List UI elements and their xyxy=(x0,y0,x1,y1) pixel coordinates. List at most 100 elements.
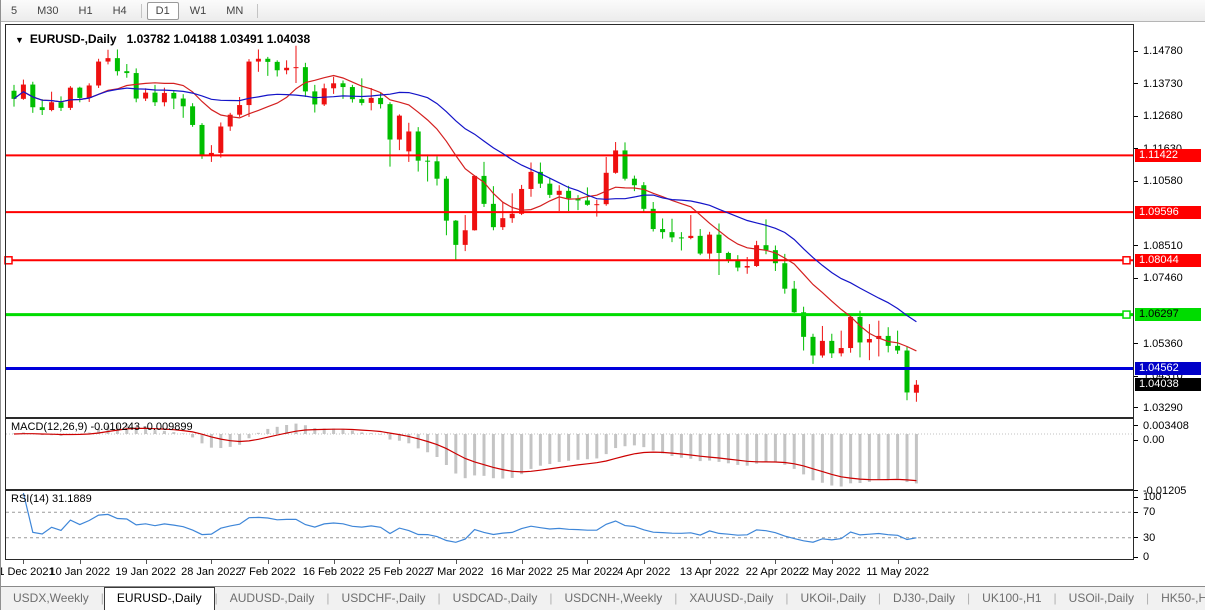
macd-histogram-bar xyxy=(830,434,833,486)
bear-candle xyxy=(811,334,816,364)
bear-candle xyxy=(435,156,440,185)
time-axis-label: 7 Feb 2022 xyxy=(240,566,296,578)
chart-tab-usdcnh-weekly[interactable]: USDCNH-,Weekly xyxy=(552,587,674,610)
timeframe-button-d1[interactable]: D1 xyxy=(147,2,179,20)
time-axis-tick xyxy=(522,560,523,564)
time-axis-tick xyxy=(898,560,899,564)
macd-histogram-bar xyxy=(821,434,824,483)
macd-panel[interactable]: MACD(12,26,9) -0.010243 -0.009899 xyxy=(1,418,1134,490)
price-axis[interactable]: 1.147801.137301.126801.116301.105801.085… xyxy=(1134,24,1205,560)
time-axis-tick xyxy=(399,560,400,564)
bear-candle xyxy=(641,182,646,212)
macd-histogram-bar xyxy=(849,434,852,483)
timeframe-button-h1[interactable]: H1 xyxy=(70,2,102,20)
bull-candle xyxy=(49,92,54,112)
bull-candle xyxy=(21,80,26,100)
bear-candle xyxy=(623,142,628,180)
bull-candle xyxy=(839,331,844,357)
macd-histogram-bar xyxy=(389,434,392,440)
chart-tabs: USDX,Weekly|EURUSD-,Daily|AUDUSD-,Daily|… xyxy=(1,586,1205,610)
bull-candle xyxy=(322,84,327,106)
time-axis-label: 13 Apr 2022 xyxy=(680,566,739,578)
macd-histogram-bar xyxy=(266,429,269,434)
timeframe-button-mn[interactable]: MN xyxy=(217,2,252,20)
macd-histogram-bar xyxy=(558,434,561,462)
bear-candle xyxy=(124,64,129,78)
macd-axis-label: 0.00 xyxy=(1143,434,1164,446)
macd-histogram-bar xyxy=(887,434,890,479)
bear-candle xyxy=(547,178,552,198)
moving-average-line xyxy=(14,88,916,322)
bear-candle xyxy=(670,219,675,242)
bear-candle xyxy=(303,63,308,97)
macd-axis-tick xyxy=(1134,490,1138,491)
macd-histogram-bar xyxy=(201,434,204,443)
price-axis-tick xyxy=(1134,116,1138,117)
macd-histogram-bar xyxy=(915,434,918,483)
macd-histogram-bar xyxy=(351,431,354,434)
bear-candle xyxy=(538,163,543,188)
macd-histogram-bar xyxy=(765,434,768,462)
bear-candle xyxy=(425,154,430,181)
bull-candle xyxy=(613,142,618,174)
rsi-axis-tick xyxy=(1134,512,1138,513)
timeframe-button-m30[interactable]: M30 xyxy=(28,2,67,20)
time-axis-label: 16 Mar 2022 xyxy=(491,566,553,578)
bull-candle xyxy=(369,88,374,110)
time-axis[interactable]: 31 Dec 202110 Jan 202219 Jan 202228 Jan … xyxy=(1,560,1205,586)
macd-histogram-bar xyxy=(755,434,758,464)
macd-histogram-bar xyxy=(868,434,871,482)
price-axis-tick xyxy=(1134,343,1138,344)
time-axis-label: 25 Mar 2022 xyxy=(557,566,619,578)
macd-histogram-bar xyxy=(483,434,486,476)
chart-tab-usdchf-daily[interactable]: USDCHF-,Daily xyxy=(330,587,438,610)
bull-candle xyxy=(463,215,468,251)
bear-candle xyxy=(829,334,834,358)
price-axis-label: 1.12680 xyxy=(1143,110,1183,122)
price-chart-panel[interactable]: ▼EURUSD-,Daily1.03782 1.04188 1.03491 1.… xyxy=(1,24,1134,418)
bear-candle xyxy=(12,85,17,107)
rsi-panel[interactable]: RSI(14) 31.1889 xyxy=(1,490,1134,560)
timeframe-button-h4[interactable]: H4 xyxy=(104,2,136,20)
bull-candle xyxy=(604,157,609,206)
price-axis-tick xyxy=(1134,376,1138,377)
chart-tab-audusd-daily[interactable]: AUDUSD-,Daily xyxy=(218,587,327,610)
macd-histogram-bar xyxy=(370,433,373,434)
price-axis-tick xyxy=(1134,181,1138,182)
toolbar-separator xyxy=(141,4,142,18)
line-handle[interactable] xyxy=(1123,257,1130,264)
price-axis-label: 1.05360 xyxy=(1143,338,1183,350)
moving-average-line xyxy=(14,76,916,351)
chart-tab-eurusd-daily[interactable]: EURUSD-,Daily xyxy=(104,587,215,610)
time-axis-label: 4 Apr 2022 xyxy=(617,566,670,578)
line-handle[interactable] xyxy=(1123,311,1130,318)
macd-histogram-bar xyxy=(276,427,279,434)
bull-candle xyxy=(594,200,599,217)
chart-tab-hk50-h[interactable]: HK50-,H xyxy=(1149,587,1205,610)
chart-tab-uk100-h1[interactable]: UK100-,H1 xyxy=(970,587,1053,610)
time-axis-tick xyxy=(710,560,711,564)
bear-candle xyxy=(651,202,656,232)
macd-histogram-bar xyxy=(595,434,598,458)
timeframe-button-5[interactable]: 5 xyxy=(2,2,26,20)
chart-tab-ukoil-daily[interactable]: UKOil-,Daily xyxy=(789,587,878,610)
chart-tab-usoil-daily[interactable]: USOil-,Daily xyxy=(1057,587,1146,610)
rsi-chart[interactable] xyxy=(1,490,1134,560)
candlestick-chart[interactable] xyxy=(1,24,1134,418)
line-handle[interactable] xyxy=(5,257,12,264)
chart-tab-usdx-weekly[interactable]: USDX,Weekly xyxy=(1,587,101,610)
time-axis-tick xyxy=(268,560,269,564)
time-axis-label: 11 May 2022 xyxy=(866,566,929,578)
rsi-axis-tick xyxy=(1134,497,1138,498)
timeframe-button-w1[interactable]: W1 xyxy=(181,2,216,20)
dropdown-icon[interactable]: ▼ xyxy=(15,35,24,45)
chart-tab-usdcad-daily[interactable]: USDCAD-,Daily xyxy=(441,587,550,610)
price-axis-label: 1.14780 xyxy=(1143,45,1183,57)
macd-histogram-bar xyxy=(464,434,467,478)
chart-tab-dj30-daily[interactable]: DJ30-,Daily xyxy=(881,587,967,610)
chart-tab-xauusd-daily[interactable]: XAUUSD-,Daily xyxy=(677,587,785,610)
macd-histogram-bar xyxy=(426,434,429,452)
time-axis-tick xyxy=(775,560,776,564)
bull-candle xyxy=(331,77,336,94)
bear-candle xyxy=(171,91,176,109)
